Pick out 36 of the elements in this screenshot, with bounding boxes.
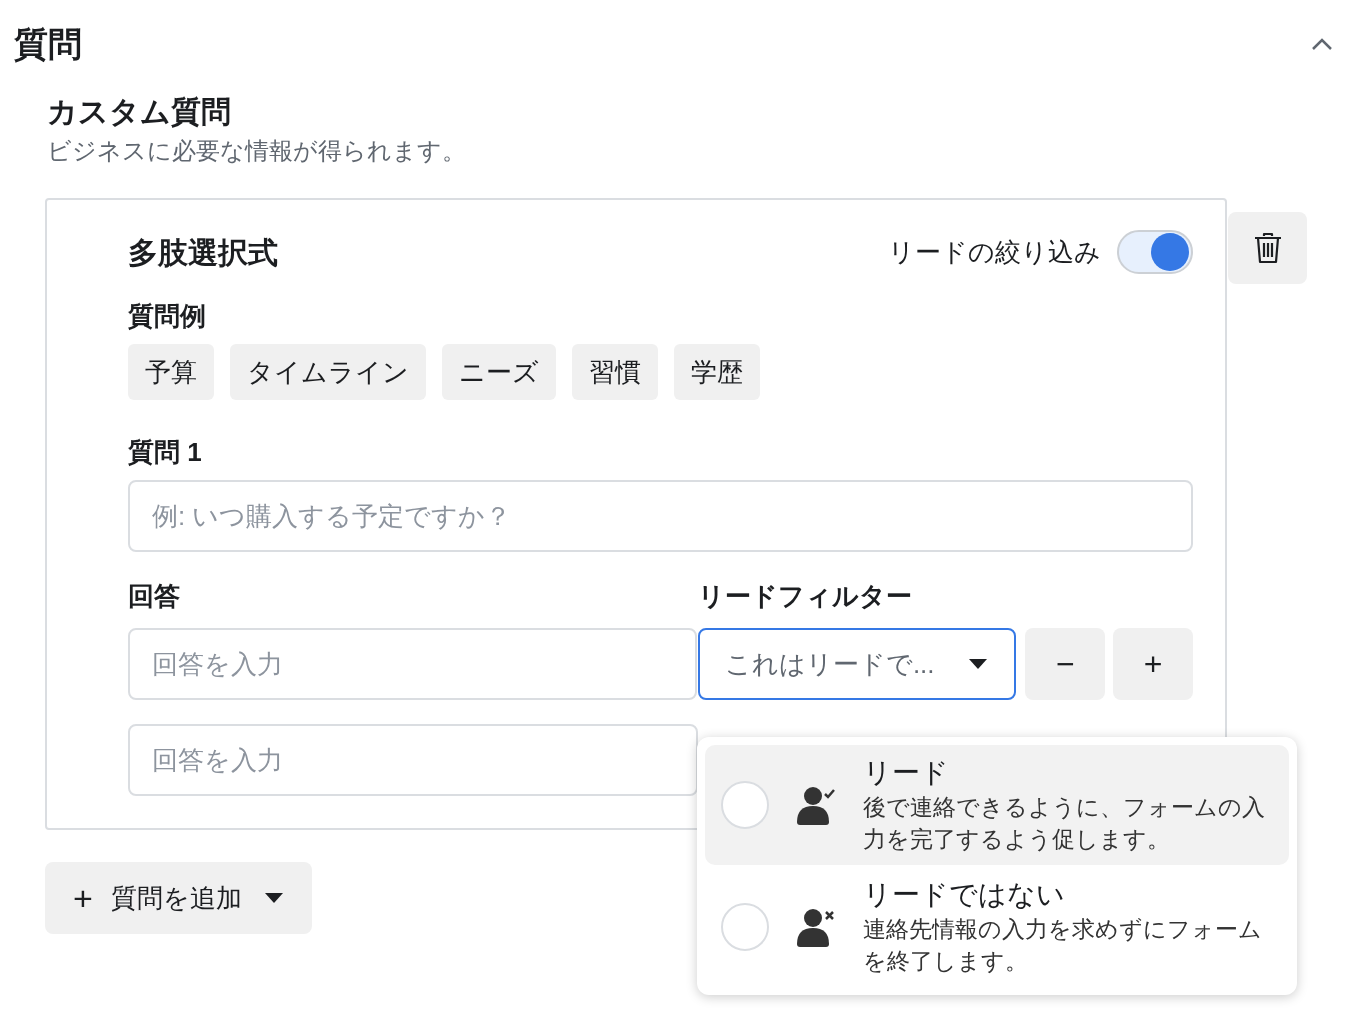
example-chip[interactable]: タイムライン [230, 344, 426, 400]
caret-icon [263, 892, 284, 904]
question-input[interactable]: 例: いつ購入する予定ですか？ [128, 480, 1193, 552]
delete-button[interactable] [1228, 212, 1307, 284]
subsection-title: カスタム質問 [47, 94, 232, 130]
add-question-button[interactable]: + 質問を追加 [45, 862, 312, 934]
person-x-icon [795, 906, 837, 948]
example-chip[interactable]: ニーズ [442, 344, 556, 400]
option-description: 後で連絡できるように、フォームの入力を完了するよう促します。 [863, 793, 1266, 854]
example-chip[interactable]: 学歴 [674, 344, 760, 400]
option-description: 連絡先情報の入力を求めずにフォームを終了します。 [863, 915, 1263, 976]
examples-label: 質問例 [128, 300, 207, 333]
menu-option[interactable]: リード 後で連絡できるように、フォームの入力を完了するよう促します。 [705, 745, 1289, 865]
plus-icon: + [73, 881, 93, 915]
answers-label: 回答 [128, 580, 181, 613]
example-chip[interactable]: 予算 [128, 344, 214, 400]
option-title: リード [863, 756, 950, 790]
add-answer-button[interactable]: + [1113, 628, 1193, 700]
caret-icon [968, 658, 989, 670]
section-title: 質問 [14, 24, 82, 65]
question-type-title: 多肢選択式 [128, 234, 278, 271]
example-chip[interactable]: 習慣 [572, 344, 658, 400]
lead-filter-label: リードフィルター [698, 580, 912, 613]
question-label: 質問 1 [128, 436, 203, 469]
toggle-switch[interactable] [1117, 230, 1193, 274]
lead-filter-dropdown[interactable]: これはリードで... [697, 628, 1017, 700]
radio-button[interactable] [721, 781, 769, 829]
radio-button[interactable] [721, 903, 769, 951]
option-title: リードではない [863, 878, 1066, 912]
remove-answer-button[interactable]: − [1025, 628, 1106, 700]
answer-input[interactable]: 回答を入力 [128, 628, 697, 700]
answer-input[interactable]: 回答を入力 [128, 724, 698, 796]
trash-icon [1252, 232, 1283, 264]
person-check-icon [795, 784, 837, 826]
toggle-label: リードの絞り込み [888, 235, 1101, 269]
subsection-description: ビジネスに必要な情報が得られます。 [47, 136, 467, 166]
